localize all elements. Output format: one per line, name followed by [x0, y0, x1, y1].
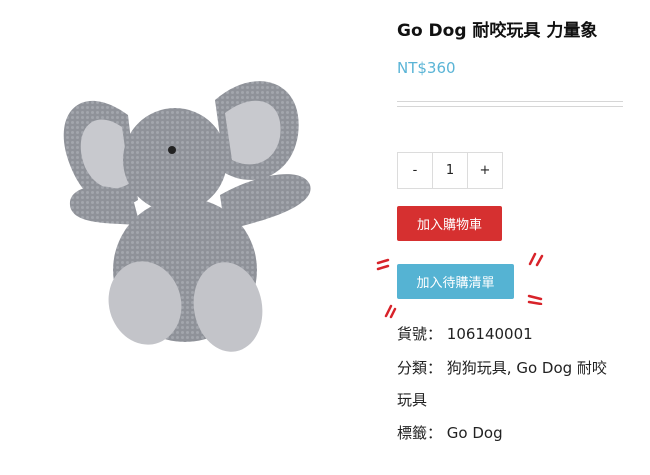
- plush-elephant-image: [63, 81, 311, 352]
- highlight-mark-icon: [527, 294, 543, 305]
- sku-label: 貨號：: [397, 325, 443, 343]
- increment-button[interactable]: +: [468, 153, 502, 188]
- highlight-mark-icon: [376, 258, 390, 271]
- category-label: 分類：: [397, 359, 443, 377]
- quantity-input[interactable]: 1: [432, 153, 468, 188]
- category-row: 分類： 狗狗玩具, Go Dog 耐咬: [397, 357, 607, 378]
- divider: [397, 106, 623, 107]
- sku-row: 貨號： 106140001: [397, 323, 533, 344]
- product-price: NT$360: [397, 59, 456, 77]
- decrement-button[interactable]: -: [398, 153, 432, 188]
- add-to-cart-button[interactable]: 加入購物車: [397, 206, 502, 241]
- highlight-mark-icon: [384, 304, 397, 319]
- category-link[interactable]: 玩具: [397, 391, 427, 409]
- category-link[interactable]: 狗狗玩具, Go Dog 耐咬: [447, 359, 607, 377]
- tag-row: 標籤： Go Dog: [397, 422, 503, 443]
- product-title: Go Dog 耐咬玩具 力量象: [397, 21, 598, 41]
- tag-link[interactable]: Go Dog: [447, 424, 503, 442]
- divider: [397, 101, 623, 102]
- quantity-stepper: - 1 +: [397, 152, 503, 189]
- sku-value: 106140001: [446, 325, 533, 343]
- tag-label: 標籤：: [397, 424, 443, 442]
- category-row-continued: 玩具: [397, 389, 427, 410]
- highlight-mark-icon: [528, 252, 544, 267]
- add-to-wishlist-button[interactable]: 加入待購清單: [397, 264, 514, 299]
